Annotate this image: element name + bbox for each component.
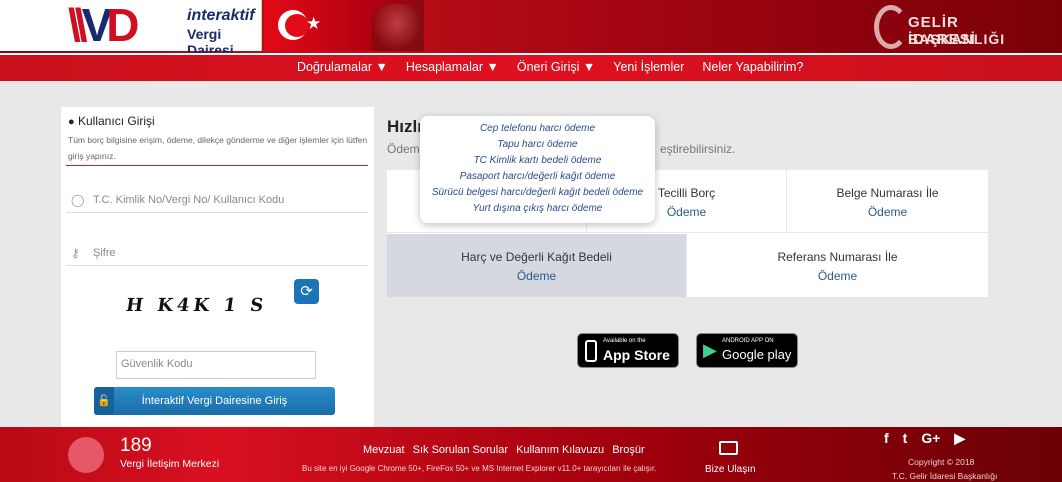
menu-item-surucu-belgesi[interactable]: Sürücü belgesi harcı/değerli kağıt bedel… (420, 187, 655, 198)
menu-item-tc-kimlik[interactable]: TC Kimlik kartı bedeli ödeme (420, 155, 655, 166)
logo-text-line1: interaktif (187, 7, 255, 24)
user-icon: ● (68, 116, 75, 128)
play-icon: ▶ (703, 340, 717, 360)
footer-link-kilavuz[interactable]: Kullanım Kılavuzu (516, 444, 604, 456)
app-store-badge[interactable]: Available on the App Store (577, 333, 679, 368)
crescent-icon (278, 10, 309, 40)
gib-logo[interactable]: GELİR İDARESİ BAŞKANLIĞI (874, 5, 1014, 49)
facebook-icon[interactable]: f (884, 430, 889, 447)
youtube-icon[interactable]: ▶ (954, 430, 965, 447)
nav-item-oneri-girisi[interactable]: Öneri Girişi ▼ (517, 60, 595, 74)
copyright-year: Copyright © 2018 (908, 457, 975, 467)
quick-payment-title: Hızlı (387, 117, 422, 136)
user-icon: ◯ (71, 193, 85, 207)
ivd-logo[interactable]: \\VD interaktif Vergi Dairesi (66, 0, 262, 58)
caret-down-icon: ▼ (486, 60, 499, 74)
gib-logo-line2: BAŞKANLIĞI (908, 31, 1006, 47)
gib-logo-mark (874, 5, 908, 49)
header-left-strip (0, 0, 66, 51)
payment-cell-harc[interactable]: Harç ve Değerli Kağıt Bedeli Ödeme (387, 234, 687, 298)
login-panel: ● Kullanıcı Girişi Tüm borç bilgisine er… (61, 107, 374, 427)
username-underline (66, 212, 368, 213)
menu-item-tapu[interactable]: Tapu harcı ödeme (420, 139, 655, 150)
portrait-image (372, 4, 422, 51)
quick-payment-subtitle-end: eştirebilirsiniz. (660, 142, 736, 156)
footer-link-mevzuat[interactable]: Mevzuat (363, 444, 405, 456)
login-title: ● Kullanıcı Girişi (68, 114, 155, 128)
menu-item-cep-telefonu[interactable]: Cep telefonu harcı ödeme (420, 123, 655, 134)
login-divider (66, 165, 368, 166)
menu-item-pasaport[interactable]: Pasaport harcı/değerli kağıt ödeme (420, 171, 655, 182)
nav-item-yeni-islemler[interactable]: Yeni İşlemler (613, 60, 684, 74)
caret-down-icon: ▼ (582, 60, 596, 74)
nav-item-neler-yapabilirim[interactable]: Neler Yapabilirim? (702, 60, 803, 74)
star-icon: ★ (306, 14, 322, 33)
nav-item-dogrulamalar[interactable]: Doğrulamalar ▼ (297, 60, 388, 74)
phone-icon (585, 340, 597, 362)
payment-cell-belge-numarasi[interactable]: Belge Numarası İle Ödeme (787, 170, 988, 233)
caret-down-icon: ▼ (375, 60, 388, 74)
copyright-owner: T.C. Gelir İdaresi Başkanlığı (892, 471, 998, 481)
unlock-icon: 🔓 (94, 387, 114, 415)
footer-link-sss[interactable]: Sık Sorulan Sorular (413, 444, 508, 456)
harc-dropdown-menu: Cep telefonu harcı ödeme Tapu harcı ödem… (420, 116, 655, 223)
browser-note: Bu site en iyi Google Chrome 50+, FireFo… (302, 464, 657, 473)
site-footer: 189 Vergi İletişim Merkezi Mevzuat Sık S… (0, 427, 1062, 482)
password-input[interactable]: Şifre (93, 247, 116, 259)
google-play-badge[interactable]: ▶ ANDROID APP ON Google play (696, 333, 798, 368)
key-icon: ⚷ (71, 246, 80, 260)
password-underline (66, 265, 368, 266)
login-description: Tüm borç bilgisine erişim, ödeme, dilekç… (68, 135, 368, 161)
nav-item-hesaplamalar[interactable]: Hesaplamalar ▼ (406, 60, 499, 74)
mail-icon[interactable] (719, 441, 738, 455)
app-store-badges: Available on the App Store ▶ ANDROID APP… (577, 333, 799, 368)
menu-item-yurt-disi[interactable]: Yurt dışına çıkış harcı ödeme (420, 203, 655, 214)
payment-cell-referans[interactable]: Referans Numarası İle Ödeme (687, 234, 988, 298)
ivd-logo-mark: \\VD (68, 0, 140, 51)
footer-links: Mevzuat Sık Sorulan Sorular Kullanım Kıl… (363, 444, 650, 456)
social-links: f t G+ ▶ (884, 430, 965, 447)
call-center-icon (68, 437, 104, 473)
contact-link[interactable]: Bize Ulaşın (705, 464, 756, 475)
refresh-captcha-button[interactable]: ⟳ (294, 279, 319, 304)
google-plus-icon[interactable]: G+ (921, 430, 940, 447)
username-input[interactable]: T.C. Kimlik No/Vergi No/ Kullanıcı Kodu (93, 194, 284, 206)
twitter-icon[interactable]: t (903, 430, 908, 447)
refresh-icon: ⟳ (300, 283, 313, 300)
footer-link-brosur[interactable]: Broşür (612, 444, 644, 456)
login-submit-button[interactable]: 🔓 İnteraktif Vergi Dairesine Giriş (94, 387, 335, 415)
call-center-label: Vergi İletişim Merkezi (120, 458, 220, 470)
captcha-image: H K4K 1 S (124, 295, 269, 316)
main-nav: Doğrulamalar ▼ Hesaplamalar ▼ Öneri Giri… (0, 53, 1062, 81)
site-header: \\VD interaktif Vergi Dairesi ★ GELİR İD… (0, 0, 1062, 58)
call-center-number[interactable]: 189 (120, 435, 152, 457)
security-code-input[interactable]: Güvenlik Kodu (116, 351, 316, 379)
